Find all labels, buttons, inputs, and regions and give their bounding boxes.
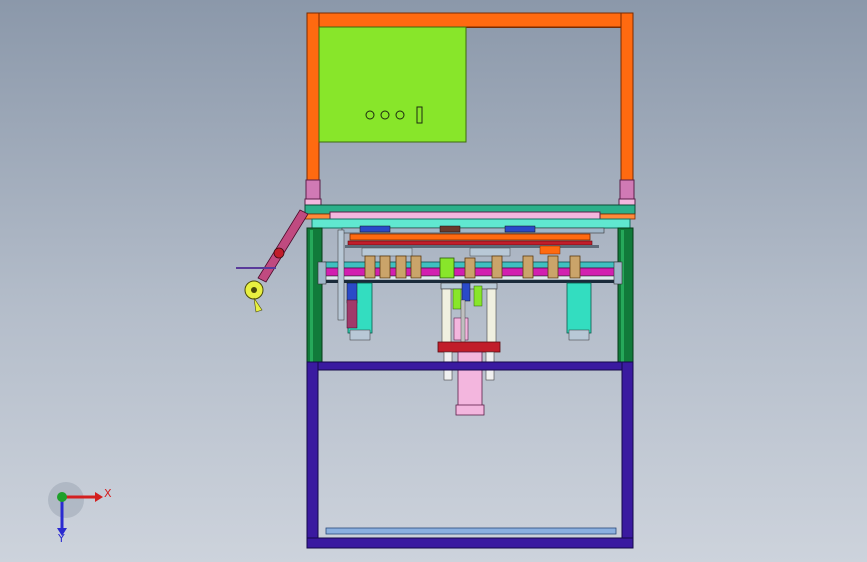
swing-arm [236, 209, 309, 313]
x-axis-label: X [104, 487, 112, 500]
mechanism-upper [341, 225, 605, 257]
y-axis-label: Y [57, 532, 65, 545]
right-cylinder-assembly [566, 282, 592, 341]
orientation-triad: X Y [48, 482, 112, 545]
control-panel [318, 26, 467, 143]
x-arrow-head-icon [95, 492, 103, 502]
machine-assembly-drawing: X Y [48, 12, 636, 549]
center-lift-assembly [437, 282, 501, 416]
z-axis-marker [57, 492, 67, 502]
hinge-brackets [304, 179, 636, 208]
top-deck [304, 204, 636, 229]
rollers [364, 255, 581, 279]
cad-viewport[interactable]: X Y [0, 0, 867, 562]
